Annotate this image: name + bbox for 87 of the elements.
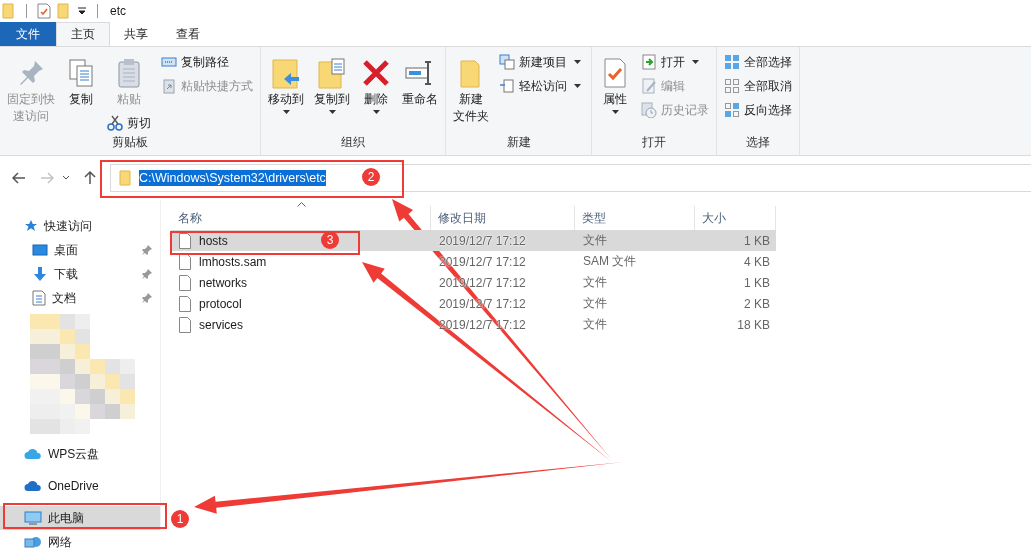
ribbon-command[interactable]: 全部选择 [721, 51, 795, 73]
dropdown-icon[interactable] [77, 6, 87, 16]
file-icon [179, 316, 191, 333]
folder-document-icon [316, 57, 348, 89]
file-icon [179, 295, 191, 312]
ribbon-tab[interactable]: 主页 [56, 22, 110, 46]
file-icon [179, 232, 191, 249]
sidebar-item[interactable]: 网络 [0, 530, 160, 552]
type-cell-text: SAM 文件 [582, 253, 638, 270]
select-none-icon [724, 78, 740, 94]
history-icon [641, 102, 657, 118]
shortcut-icon [161, 78, 177, 94]
file-icon [179, 253, 191, 270]
invert-selection-icon [724, 102, 740, 118]
ribbon-tab[interactable]: 文件 [0, 22, 56, 46]
properties-icon[interactable] [37, 3, 51, 19]
folder-icon [119, 170, 131, 186]
ribbon-command[interactable]: 复制到 [311, 51, 353, 118]
ribbon-command[interactable]: 剪切 [104, 112, 154, 134]
step-marker: 1 [171, 510, 189, 528]
back-icon[interactable] [12, 172, 26, 184]
select-all-icon [724, 54, 740, 70]
size-cell-text: 2 KB [743, 296, 771, 311]
type-cell-text: 文件 [582, 232, 608, 249]
file-name: services [199, 317, 243, 332]
download-icon [32, 266, 48, 282]
path-icon [161, 54, 177, 70]
file-name: hosts [199, 233, 228, 248]
desktop-icon [32, 244, 48, 256]
file-icon [179, 274, 191, 291]
sidebar-item[interactable]: WPS云盘 [0, 442, 160, 466]
window-title: etc [110, 4, 126, 18]
date-cell-text: 2019/12/7 17:12 [438, 233, 527, 248]
document-icon [32, 290, 46, 306]
computer-icon [24, 511, 42, 525]
sidebar-item[interactable]: 桌面 [0, 238, 160, 262]
sidebar-item[interactable]: OneDrive [0, 474, 160, 498]
folder-arrow-icon [270, 57, 302, 89]
scissors-icon [107, 115, 123, 131]
ribbon-command[interactable]: 轻松访问 [496, 75, 587, 97]
folder-icon[interactable] [2, 3, 16, 19]
open-icon [641, 54, 657, 70]
type-cell-text: 文件 [582, 295, 608, 312]
ribbon-command[interactable]: 新建 文件夹 [450, 51, 492, 127]
star-icon [24, 219, 38, 233]
edit-icon [641, 78, 657, 94]
step-marker: 2 [362, 168, 380, 186]
ribbon-command[interactable]: 复制路径 [158, 51, 256, 73]
network-icon [24, 536, 42, 548]
group-label: 组织 [341, 134, 365, 151]
ribbon-command[interactable]: 反向选择 [721, 99, 795, 121]
sidebar-item[interactable]: 文档 [0, 286, 160, 310]
group-label: 剪贴板 [112, 134, 148, 151]
ribbon-command[interactable]: 删除 [357, 51, 395, 118]
ribbon-command[interactable]: 全部取消 [721, 75, 795, 97]
sidebar-item[interactable]: 此电脑 [0, 506, 160, 530]
cloud-icon [24, 480, 42, 492]
file-name: networks [199, 275, 248, 290]
sort-icon [297, 202, 306, 207]
sidebar-item[interactable]: 快速访问 [0, 214, 160, 238]
ribbon-command[interactable]: 移动到 [265, 51, 307, 118]
ribbon-command[interactable]: 重命名 [399, 51, 441, 110]
folder-icon[interactable] [57, 3, 71, 19]
group-label: 新建 [506, 134, 531, 151]
dropdown-icon[interactable] [62, 175, 70, 181]
size-cell-text: 1 KB [743, 233, 771, 248]
new-item-icon [499, 54, 515, 70]
ribbon-command[interactable]: 打开 [638, 51, 712, 73]
ribbon-command[interactable]: 复制 [62, 51, 100, 110]
type-cell-text: 文件 [582, 316, 608, 333]
document-arrow-icon [499, 78, 515, 94]
pin-icon[interactable] [142, 293, 152, 303]
sidebar-item[interactable]: 下载 [0, 262, 160, 286]
type-cell-text: 文件 [582, 274, 608, 291]
size-cell-text: 18 KB [736, 317, 771, 332]
size-cell-text: 1 KB [743, 275, 771, 290]
group-label: 打开 [642, 134, 666, 151]
cloud-icon [24, 448, 42, 460]
ribbon-command[interactable]: 属性 [596, 51, 634, 118]
group-label: 选择 [746, 134, 770, 151]
up-icon[interactable] [84, 171, 96, 185]
file-name: protocol [199, 296, 242, 311]
pin-icon[interactable] [142, 245, 152, 255]
ribbon-command[interactable]: 新建项目 [496, 51, 587, 73]
file-name: lmhosts.sam [199, 254, 267, 269]
pin-icon[interactable] [142, 269, 152, 279]
size-cell-text: 4 KB [743, 254, 771, 269]
